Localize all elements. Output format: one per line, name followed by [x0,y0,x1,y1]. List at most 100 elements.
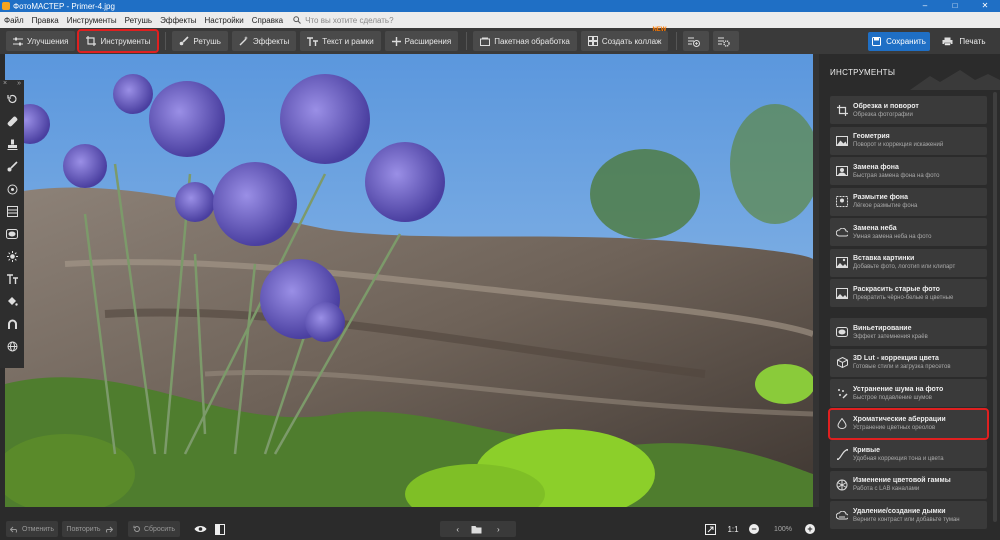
close-button[interactable]: ✕ [970,0,1000,12]
menu-retouch[interactable]: Ретушь [121,16,157,25]
tool-desc: Превратить чёрно-белые в цветные [853,294,954,301]
tool-title: Виньетирование [853,324,912,332]
ratio-button[interactable]: 1:1 [724,521,742,537]
patch-tool[interactable] [0,111,24,134]
tool-card-colorize[interactable]: Раскрасить старые фото Превратить чёрно-б… [830,279,987,307]
tool-title: Изменение цветовой гаммы [853,477,951,484]
zoom-out-button[interactable]: − [748,521,760,537]
tool-card-background[interactable]: Замена фона Быстрая замена фона на фото [830,157,987,185]
effects-button[interactable]: Эффекты [231,31,297,51]
tool-card-lut[interactable]: 3D Lut - коррекция цвета Готовые стили и … [830,348,987,377]
maximize-button[interactable]: □ [940,0,970,12]
collage-button[interactable]: Создать коллаж NEW [580,27,669,51]
list-gear-icon [718,37,731,47]
history-list-button[interactable] [683,31,710,51]
tool-desc: Умная замена неба на фото [853,233,932,240]
zoom-in-icon: + [805,524,815,534]
redo-button[interactable]: Повторить [62,521,117,537]
tool-title: Хроматические аберрации [853,416,946,423]
menu-edit[interactable]: Правка [28,16,63,25]
tools-button[interactable]: Инструменты [77,29,160,53]
retouch-button[interactable]: Ретушь [172,31,228,51]
brush-tool[interactable] [0,156,24,179]
text-tool[interactable] [0,268,24,291]
rotate-icon [6,94,17,103]
compare-toggle[interactable] [213,521,227,537]
menu-help[interactable]: Справка [248,16,287,25]
retouch-label: Ретушь [193,36,221,46]
tool-desc: Добавьте фото, логотип или клипарт [853,264,956,270]
batch-button[interactable]: Пакетная обработка [473,31,577,51]
title-bar: ФотоМАСТЕР - Primer-4.jpg – □ ✕ [0,0,1000,12]
radial-filter-tool[interactable] [0,178,24,201]
mask-tool[interactable] [0,313,24,336]
prev-icon[interactable]: ‹ [456,525,459,534]
toolbar-divider [466,32,468,50]
expand-icon[interactable]: » [17,80,21,88]
improve-label: Улучшения [27,36,69,46]
tool-desc: Удобная коррекция тона и цвета [853,455,944,462]
tool-title: Геометрия [853,133,890,140]
tool-desc: Устранение цветных ореолов [853,425,936,431]
tool-title: Устранение шума на фото [853,385,944,393]
print-button[interactable]: Печать [935,32,993,51]
menu-file[interactable]: Файл [0,16,28,25]
lut-icon [833,357,851,368]
brush-icon [7,161,18,172]
fit-screen-button[interactable] [702,521,718,537]
history-settings-button[interactable] [713,31,740,51]
preview-toggle[interactable] [192,521,208,537]
tool-card-blur[interactable]: Размытие фона Лёгкое размытие фона [830,187,987,216]
light-tool[interactable] [0,246,24,269]
tool-card-vignette[interactable]: Виньетирование Эффект затемнения краёв [830,318,987,346]
crop-icon [833,104,851,116]
effects-label: Эффекты [252,36,290,46]
menu-settings[interactable]: Настройки [200,16,247,25]
globe-tool[interactable] [0,336,24,359]
vignette-icon [833,327,851,337]
tool-card-crop[interactable]: Обрезка и поворот Обрезка фотографии [830,96,987,124]
improve-button[interactable]: Улучшения [6,31,76,51]
vignette-tool[interactable] [0,223,24,246]
minimize-button[interactable]: – [910,0,940,12]
tool-strip-header: ×» [0,80,24,88]
curves-icon [833,448,851,460]
tool-desc: Работа с LAB каналами [853,486,920,492]
rotate-tool[interactable] [0,88,24,111]
radial-icon [7,184,17,195]
tool-card-color-gamut[interactable]: Изменение цветовой гаммы Работа с LAB кан… [830,470,987,499]
reset-button[interactable]: Сбросить [128,521,180,537]
app-logo-icon [2,2,10,10]
tool-card-chromatic[interactable]: Хроматические аберрации Устранение цветны… [828,407,989,440]
folder-icon[interactable] [471,525,482,534]
toolbar-divider [165,32,167,50]
save-button[interactable]: Сохранить [868,32,930,51]
magic-wand-icon [239,36,248,46]
tool-card-denoise[interactable]: Устранение шума на фото Быстрое подавлени… [830,379,987,407]
tool-title: Кривые [853,446,881,454]
panel-scrollbar[interactable] [993,92,997,522]
text-frames-button[interactable]: Текст и рамки [300,31,381,51]
photo-image [5,54,813,507]
collapse-icon[interactable]: × [3,80,7,88]
tool-card-curves[interactable]: Кривые Удобная коррекция тона и цвета [830,440,987,468]
menu-bar: Файл Правка Инструменты Ретушь Эффекты Н… [0,12,1000,28]
menu-effects[interactable]: Эффекты [156,16,200,25]
gradient-filter-tool[interactable] [0,201,24,224]
fill-tool[interactable] [0,291,24,314]
stamp-tool[interactable] [0,133,24,156]
photo-canvas[interactable] [5,54,813,507]
tool-card-haze[interactable]: Удаление/создание дымки Верните контраст … [830,501,987,529]
menu-search[interactable]: Что вы хотите сделать? [293,16,394,25]
tool-card-insert-image[interactable]: Вставка картинки Добавьте фото, логотип и… [830,248,987,277]
tool-card-geometry[interactable]: Геометрия Поворот и коррекция искажений [830,126,987,155]
eye-icon [194,526,206,532]
tool-card-sky[interactable]: Замена неба Умная замена неба на фото [830,218,987,246]
tool-desc: Верните контраст или добавьте туман [853,516,960,523]
menu-tools[interactable]: Инструменты [63,16,121,25]
undo-button[interactable]: Отменить [6,521,58,537]
zoom-in-button[interactable]: + [804,521,816,537]
extensions-button[interactable]: Расширения [384,31,459,51]
next-icon[interactable]: › [497,525,500,534]
canvas-scrollbar[interactable] [813,54,819,507]
